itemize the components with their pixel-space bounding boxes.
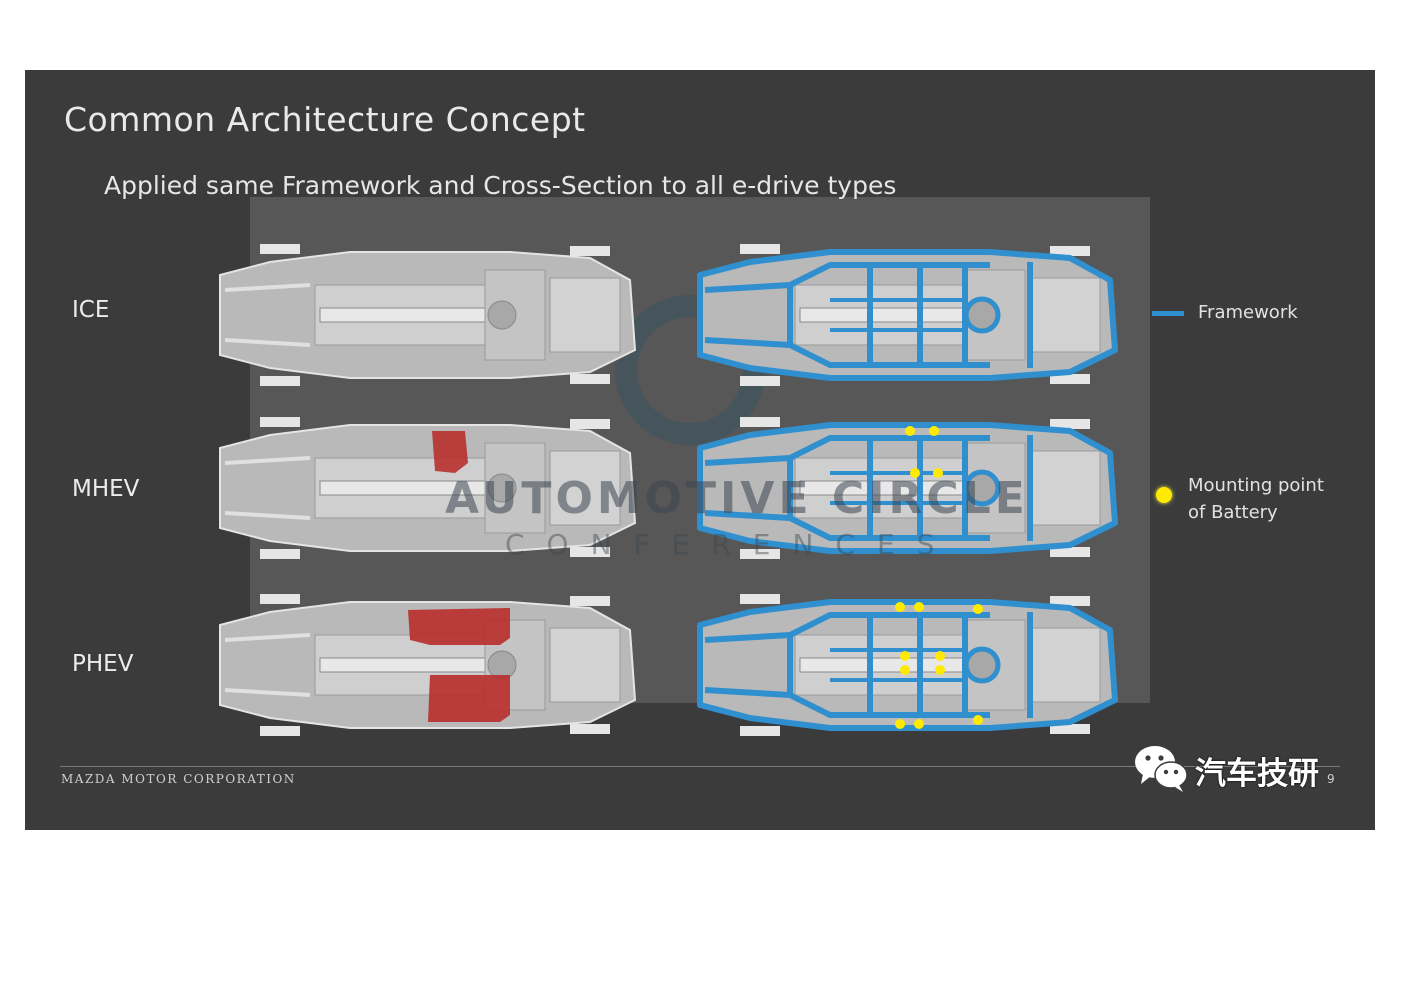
phev-framework-image — [697, 594, 1118, 736]
wechat-icon — [1135, 746, 1188, 792]
framework-legend-label: Framework — [1198, 302, 1298, 323]
ice-framework-image — [697, 244, 1118, 386]
mounting-label-line1: Mounting point — [1188, 475, 1324, 496]
phev-platform-image — [219, 594, 637, 736]
mounting-point-legend-label: Mounting point of Battery — [1188, 472, 1324, 526]
ice-platform-image — [219, 244, 637, 386]
row-label-mhev: MHEV — [72, 476, 140, 502]
footer-company: MAZDA MOTOR CORPORATION — [61, 772, 296, 786]
slide-subtitle: Applied same Framework and Cross-Section… — [104, 171, 897, 200]
slide: Common Architecture Concept Applied same… — [25, 70, 1375, 830]
watermark-text: AUTOMOTIVE CIRCLE — [445, 473, 1029, 524]
mounting-point-legend-dot — [1156, 487, 1172, 503]
watermark-subtext: CONFERENCES — [505, 528, 957, 561]
slide-title: Common Architecture Concept — [64, 100, 586, 139]
mounting-label-line2: of Battery — [1188, 502, 1278, 523]
row-label-ice: ICE — [72, 297, 110, 323]
framework-legend-swatch — [1152, 311, 1184, 316]
page-number: 9 — [1327, 772, 1335, 786]
row-label-phev: PHEV — [72, 651, 134, 677]
brand-text: 汽车技研 — [1195, 756, 1319, 792]
